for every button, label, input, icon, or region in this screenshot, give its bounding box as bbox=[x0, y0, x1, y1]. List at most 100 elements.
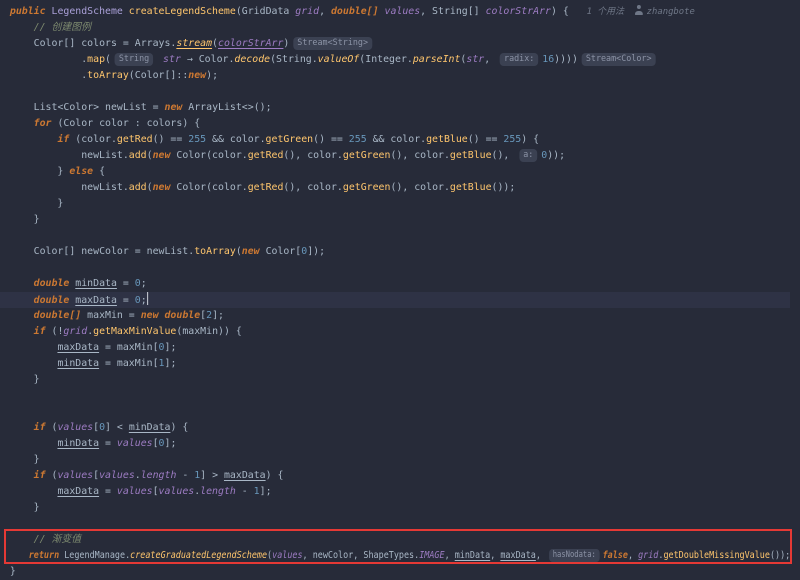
code-token: = bbox=[99, 438, 117, 449]
code-line[interactable]: } bbox=[0, 196, 790, 212]
code-token: LegendManage bbox=[64, 550, 125, 561]
code-token: = maxMin[ bbox=[99, 342, 158, 353]
code-token bbox=[10, 102, 34, 113]
code-line[interactable]: } else { bbox=[0, 164, 790, 180]
code-token: ]); bbox=[307, 246, 325, 257]
code-token: decode bbox=[234, 54, 270, 65]
code-line[interactable]: double[] maxMin = new double[2]; bbox=[0, 308, 790, 324]
code-token: (); bbox=[254, 102, 272, 113]
usages-hint[interactable]: 1 个用法 bbox=[587, 7, 624, 17]
code-token: if bbox=[34, 326, 52, 337]
code-token: Color bbox=[63, 102, 93, 113]
code-token: = bbox=[117, 278, 135, 289]
code-token: false bbox=[603, 550, 628, 561]
code-line[interactable]: } bbox=[0, 372, 790, 388]
code-token: Color[] bbox=[135, 70, 177, 81]
code-token: (color. bbox=[206, 182, 248, 193]
code-token: () == bbox=[313, 134, 349, 145]
code-token: , bbox=[319, 6, 331, 17]
code-token: } bbox=[10, 198, 64, 209]
code-token: (), color. bbox=[283, 150, 342, 161]
code-line[interactable] bbox=[0, 228, 790, 244]
code-token: . bbox=[10, 54, 87, 65]
code-token: Color bbox=[199, 54, 229, 65]
code-token: ]; bbox=[164, 438, 176, 449]
code-line[interactable] bbox=[0, 516, 790, 532]
code-token: values bbox=[99, 470, 135, 481]
code-line[interactable] bbox=[0, 388, 790, 404]
code-line[interactable]: if (!grid.getMaxMinValue(maxMin)) { bbox=[0, 324, 790, 340]
code-line[interactable] bbox=[0, 404, 790, 420]
code-token: values bbox=[57, 470, 93, 481]
code-line[interactable]: Color[] newColor = newList.toArray(new C… bbox=[0, 244, 790, 260]
code-token: )))) bbox=[554, 54, 578, 65]
code-line[interactable] bbox=[0, 260, 790, 276]
code-token: 255 bbox=[503, 134, 521, 145]
code-token: Color bbox=[176, 150, 206, 161]
code-line[interactable]: } bbox=[0, 452, 790, 468]
code-line[interactable]: Color[] colors = Arrays.stream(colorStrA… bbox=[0, 36, 790, 52]
code-line[interactable]: maxData = maxMin[0]; bbox=[0, 340, 790, 356]
code-area: public LegendScheme createLegendScheme(G… bbox=[0, 4, 800, 580]
code-token: getBlue bbox=[450, 182, 492, 193]
code-line[interactable]: } bbox=[0, 564, 790, 580]
code-line[interactable]: double minData = 0; bbox=[0, 276, 790, 292]
author-name[interactable]: zhangbote bbox=[647, 7, 695, 17]
code-token: getRed bbox=[117, 134, 153, 145]
code-line[interactable]: List<Color> newList = new ArrayList<>(); bbox=[0, 100, 790, 116]
code-line[interactable]: if (values[0] < minData) { bbox=[0, 420, 790, 436]
code-line[interactable]: public LegendScheme createLegendScheme(G… bbox=[0, 4, 790, 20]
code-line[interactable]: minData = maxMin[1]; bbox=[0, 356, 790, 372]
code-token: maxData bbox=[57, 342, 99, 353]
code-line[interactable]: minData = values[0]; bbox=[0, 436, 790, 452]
code-token: (color. bbox=[75, 134, 117, 145]
code-token: str bbox=[466, 54, 484, 65]
code-token: - bbox=[176, 470, 194, 481]
code-token: maxData bbox=[75, 295, 117, 306]
line-comment: // 创建图例 bbox=[10, 22, 91, 33]
code-line[interactable]: maxData = values[values.length - 1]; bbox=[0, 484, 790, 500]
code-token: double[] bbox=[331, 6, 385, 17]
code-token: , bbox=[445, 550, 455, 561]
code-token: newList. bbox=[10, 150, 129, 161]
code-editor[interactable]: public LegendScheme createLegendScheme(G… bbox=[0, 0, 800, 580]
code-token: && color. bbox=[367, 134, 426, 145]
type-inlay-hint[interactable]: Stream<String> bbox=[293, 37, 372, 50]
code-token: parseInt bbox=[413, 54, 461, 65]
code-token: values bbox=[117, 486, 153, 497]
code-token: Color bbox=[176, 182, 206, 193]
code-token: grid bbox=[638, 550, 658, 561]
code-line[interactable] bbox=[0, 84, 790, 100]
code-token: Color bbox=[63, 118, 99, 129]
code-token: } bbox=[10, 454, 40, 465]
code-token: = bbox=[99, 486, 117, 497]
code-line[interactable]: if (color.getRed() == 255 && color.getGr… bbox=[0, 132, 790, 148]
code-line[interactable]: for (Color color : colors) { bbox=[0, 116, 790, 132]
code-line-current[interactable]: double maxData = 0; bbox=[0, 292, 790, 308]
code-line[interactable]: .map(String str → Color.decode(String.va… bbox=[0, 52, 790, 68]
code-token bbox=[10, 470, 34, 481]
param-name-hint: radix: bbox=[500, 53, 538, 66]
code-line[interactable]: } bbox=[0, 212, 790, 228]
code-line[interactable]: return LegendManage.createGraduatedLegen… bbox=[0, 548, 674, 564]
code-token: for bbox=[34, 118, 58, 129]
code-line[interactable]: } bbox=[0, 500, 790, 516]
code-line[interactable]: newList.add(new Color(color.getRed(), co… bbox=[0, 148, 790, 164]
code-line[interactable]: // 渐变值 bbox=[0, 532, 790, 548]
lambda-type-hint[interactable]: String bbox=[115, 53, 153, 66]
code-token: Arrays bbox=[135, 38, 171, 49]
code-token: ]; bbox=[164, 358, 176, 369]
code-token: - bbox=[236, 486, 254, 497]
code-token: 16 bbox=[542, 54, 554, 65]
code-token: ] < bbox=[105, 422, 129, 433]
code-token: getMaxMinValue bbox=[93, 326, 176, 337]
code-line[interactable]: newList.add(new Color(color.getRed(), co… bbox=[0, 180, 790, 196]
code-token: } bbox=[10, 166, 69, 177]
code-line[interactable]: .toArray(Color[]::new); bbox=[0, 68, 790, 84]
code-line[interactable]: if (values[values.length - 1] > maxData)… bbox=[0, 468, 790, 484]
code-token bbox=[10, 358, 58, 369]
code-token: if bbox=[34, 470, 52, 481]
code-line[interactable]: // 创建图例 bbox=[0, 20, 790, 36]
type-inlay-hint[interactable]: Stream<Color> bbox=[582, 53, 656, 66]
code-token: List bbox=[34, 102, 58, 113]
